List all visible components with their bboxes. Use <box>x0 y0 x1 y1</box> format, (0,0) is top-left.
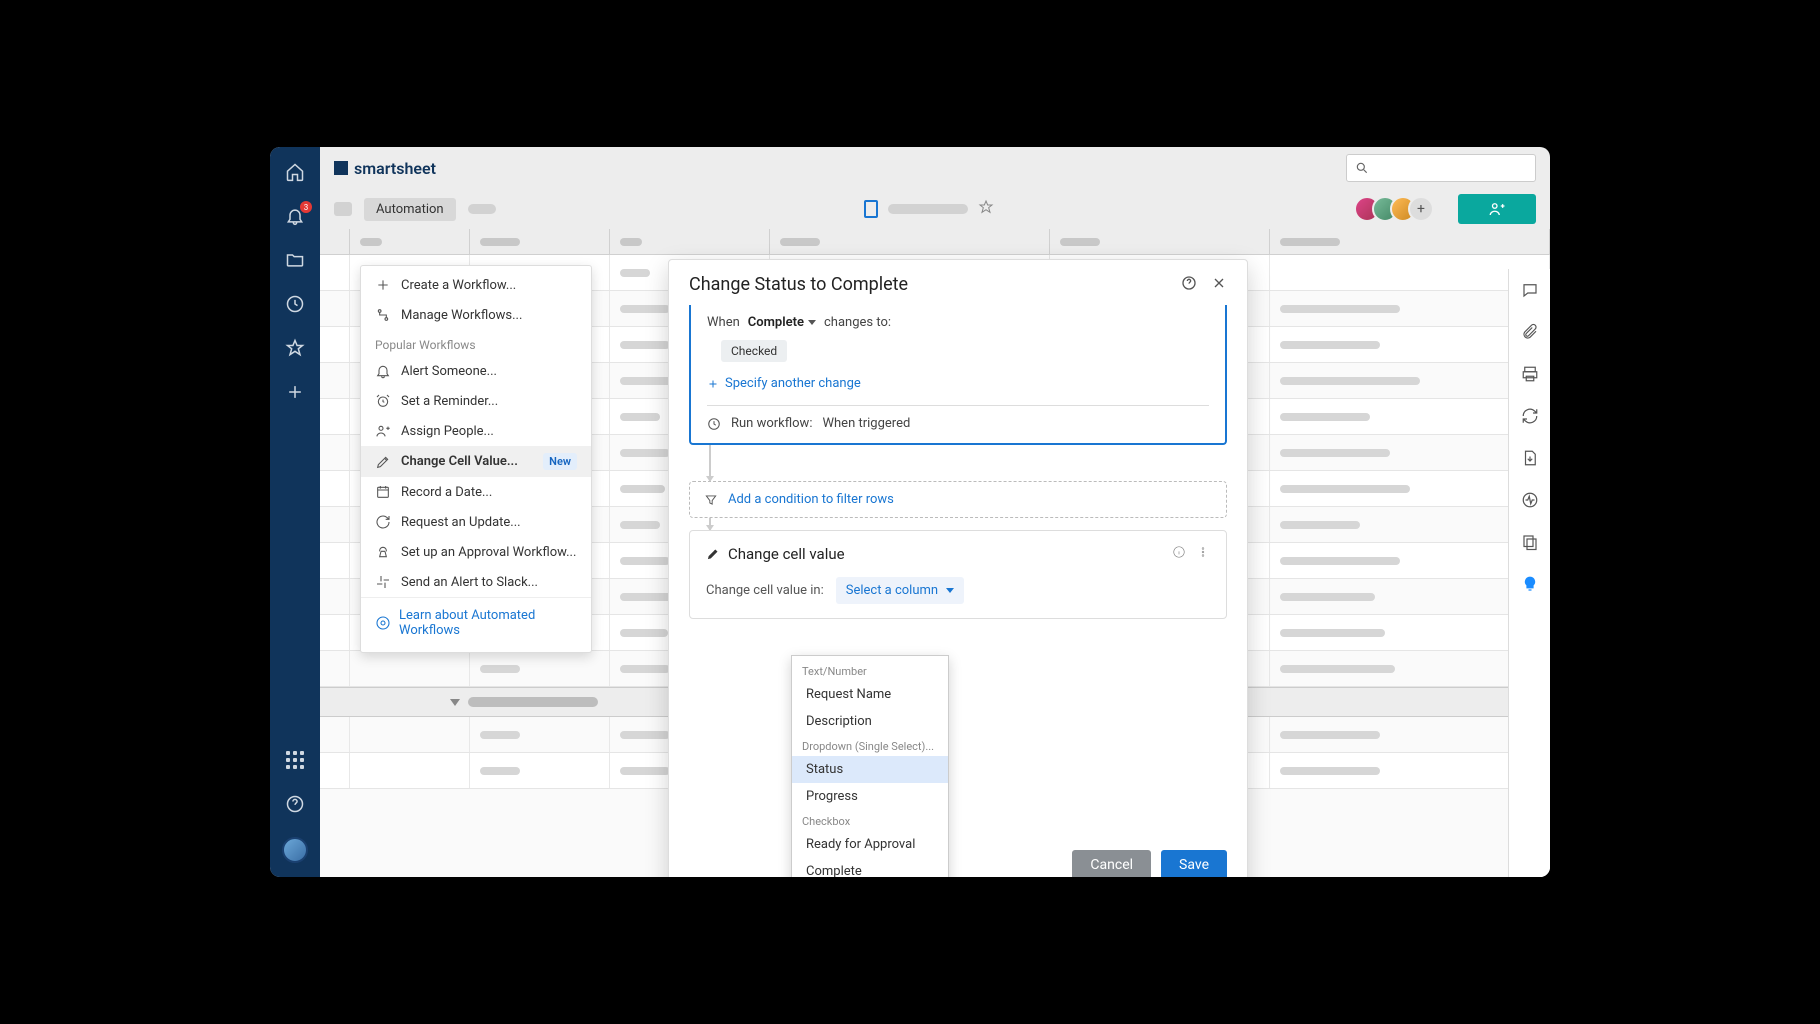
trigger-when-label: When <box>707 315 740 330</box>
print-icon[interactable] <box>1521 365 1539 387</box>
placeholder-pill <box>468 204 496 214</box>
right-rail <box>1508 269 1550 877</box>
more-icon[interactable] <box>1196 545 1210 563</box>
learn-workflows-link[interactable]: Learn about Automated Workflows <box>361 597 591 648</box>
create-workflow-item[interactable]: Create a Workflow... <box>361 270 591 300</box>
condition-block[interactable]: Add a condition to filter rows <box>689 481 1227 518</box>
toolbar: Automation + <box>320 189 1550 229</box>
recent-icon[interactable] <box>284 293 306 315</box>
dropdown-option-ready-approval[interactable]: Ready for Approval <box>792 831 948 858</box>
save-button[interactable]: Save <box>1161 850 1227 877</box>
modal-title: Change Status to Complete <box>689 274 908 295</box>
favorites-icon[interactable] <box>284 337 306 359</box>
alert-someone-item[interactable]: Alert Someone... <box>361 356 591 386</box>
dropdown-option-complete[interactable]: Complete <box>792 858 948 877</box>
share-button[interactable] <box>1458 194 1536 224</box>
action-block: Change cell value Change cell value in: … <box>689 530 1227 619</box>
trigger-field-select[interactable]: Complete <box>748 315 816 330</box>
dropdown-section: Checkbox <box>792 810 948 831</box>
collaborator-avatars[interactable]: + <box>1362 196 1434 222</box>
clock-icon <box>707 417 721 431</box>
column-dropdown: Text/Number Request Name Description Dro… <box>791 655 949 877</box>
folder-icon[interactable] <box>284 249 306 271</box>
add-icon[interactable] <box>284 381 306 403</box>
refresh-icon[interactable] <box>1521 407 1539 429</box>
trigger-value-chip[interactable]: Checked <box>721 340 787 362</box>
assign-people-item[interactable]: Assign People... <box>361 416 591 446</box>
new-badge: New <box>543 453 577 470</box>
workflow-modal: Change Status to Complete When Complete … <box>668 259 1248 877</box>
cancel-button[interactable]: Cancel <box>1072 850 1151 877</box>
activity-icon[interactable] <box>1521 491 1539 513</box>
run-workflow-label: Run workflow: <box>731 416 812 431</box>
notification-badge: 3 <box>300 201 312 213</box>
trigger-block: When Complete changes to: Checked Specif… <box>689 305 1227 445</box>
export-icon[interactable] <box>1521 449 1539 471</box>
request-update-item[interactable]: Request an Update... <box>361 507 591 537</box>
trigger-changes-label: changes to: <box>824 315 891 330</box>
attachments-icon[interactable] <box>1521 323 1539 345</box>
topbar: smartsheet <box>320 147 1550 189</box>
placeholder-pill <box>334 202 352 216</box>
automation-menu-button[interactable]: Automation <box>364 198 456 221</box>
apps-icon[interactable] <box>284 749 306 771</box>
notifications-icon[interactable]: 3 <box>284 205 306 227</box>
home-icon[interactable] <box>284 161 306 183</box>
brand-logo: smartsheet <box>334 159 436 178</box>
set-reminder-item[interactable]: Set a Reminder... <box>361 386 591 416</box>
select-column-button[interactable]: Select a column <box>836 577 964 604</box>
pencil-icon <box>706 547 720 561</box>
run-schedule-select[interactable]: When triggered <box>822 416 910 431</box>
info-icon[interactable] <box>1172 545 1186 563</box>
action-title: Change cell value <box>728 545 845 563</box>
dropdown-option-status[interactable]: Status <box>792 756 948 783</box>
dropdown-option-description[interactable]: Description <box>792 708 948 735</box>
dropdown-option-progress[interactable]: Progress <box>792 783 948 810</box>
approval-workflow-item[interactable]: Set up an Approval Workflow... <box>361 537 591 567</box>
help-icon[interactable] <box>284 793 306 815</box>
copy-icon[interactable] <box>1521 533 1539 555</box>
change-cell-value-item[interactable]: Change Cell Value...New <box>361 446 591 477</box>
star-icon[interactable] <box>978 199 994 219</box>
search-input[interactable] <box>1346 154 1536 182</box>
filter-icon <box>704 493 718 507</box>
dropdown-option-request-name[interactable]: Request Name <box>792 681 948 708</box>
tips-icon[interactable] <box>1521 575 1539 597</box>
comments-icon[interactable] <box>1521 281 1539 303</box>
dropdown-section: Dropdown (Single Select)... <box>792 735 948 756</box>
popular-workflows-header: Popular Workflows <box>361 330 591 356</box>
specify-change-link[interactable]: Specify another change <box>707 372 1209 395</box>
sheet-area: Create a Workflow... Manage Workflows...… <box>320 229 1550 877</box>
manage-workflows-item[interactable]: Manage Workflows... <box>361 300 591 330</box>
automation-dropdown: Create a Workflow... Manage Workflows...… <box>360 265 592 653</box>
user-avatar[interactable] <box>282 837 308 863</box>
help-icon[interactable] <box>1181 275 1197 295</box>
sheet-icon <box>864 200 878 218</box>
close-icon[interactable] <box>1211 275 1227 295</box>
dropdown-section: Text/Number <box>792 660 948 681</box>
change-cell-label: Change cell value in: <box>706 583 824 598</box>
nav-rail: 3 <box>270 147 320 877</box>
record-date-item[interactable]: Record a Date... <box>361 477 591 507</box>
slack-alert-item[interactable]: Send an Alert to Slack... <box>361 567 591 597</box>
sheet-title-placeholder <box>888 204 968 214</box>
